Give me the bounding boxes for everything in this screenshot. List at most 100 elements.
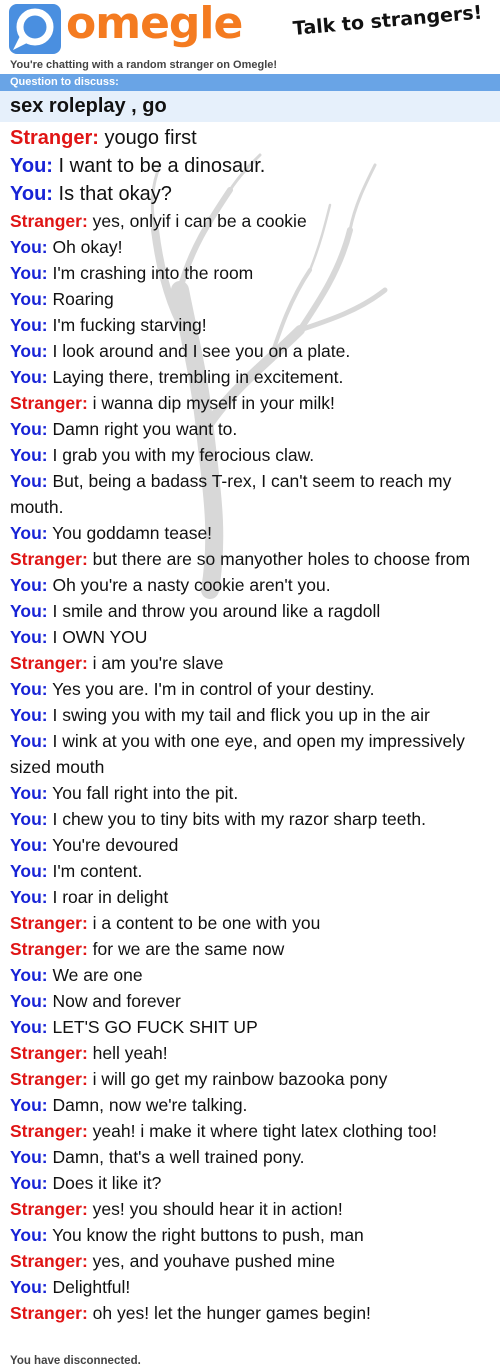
message-text: Yes you are. I'm in control of your dest…: [52, 679, 375, 699]
you-label: You:: [10, 601, 48, 621]
you-label: You:: [10, 1095, 48, 1115]
message-text: Now and forever: [52, 991, 181, 1011]
message-text: I wink at you with one eye, and open my …: [10, 731, 465, 777]
chat-message: You: Damn, that's a well trained pony.: [10, 1144, 494, 1170]
message-text: We are one: [52, 965, 143, 985]
chat-message: You: I'm content.: [10, 858, 494, 884]
chat-message: Stranger: yes! you should hear it in act…: [10, 1196, 494, 1222]
chat-message: You: I wink at you with one eye, and ope…: [10, 728, 494, 780]
chat-message: Stranger: i will go get my rainbow bazoo…: [10, 1066, 494, 1092]
message-text: I roar in delight: [52, 887, 169, 907]
message-text: Damn, now we're talking.: [52, 1095, 248, 1115]
you-label: You:: [10, 315, 48, 335]
question-label: Question to discuss:: [0, 74, 500, 91]
message-text: Is that okay?: [58, 183, 172, 205]
chat-message: You: You goddamn tease!: [10, 520, 494, 546]
chat-message: Stranger: yeah! i make it where tight la…: [10, 1118, 494, 1144]
chat-message: Stranger: i a content to be one with you: [10, 910, 494, 936]
chat-message: Stranger: oh yes! let the hunger games b…: [10, 1300, 494, 1326]
you-label: You:: [10, 367, 48, 387]
chat-message: You: Does it like it?: [10, 1170, 494, 1196]
you-label: You:: [10, 627, 48, 647]
chat-log: Stranger: yougo first You: I want to be a…: [10, 124, 494, 1326]
message-text: yeah! i make it where tight latex clothi…: [92, 1121, 438, 1141]
question-box: Question to discuss: sex roleplay , go: [0, 74, 500, 122]
you-label: You:: [10, 183, 53, 205]
chat-message: You: You know the right buttons to push,…: [10, 1222, 494, 1248]
stranger-label: Stranger:: [10, 1303, 88, 1323]
chat-message: You: I'm crashing into the room: [10, 260, 494, 286]
logo-text: omegle: [66, 0, 243, 49]
stranger-label: Stranger:: [10, 211, 88, 231]
you-label: You:: [10, 1017, 48, 1037]
message-text: You goddamn tease!: [52, 523, 213, 543]
you-label: You:: [10, 155, 53, 177]
you-label: You:: [10, 471, 48, 491]
chat-message: You: You're devoured: [10, 832, 494, 858]
chat-message: Stranger: yougo first: [10, 124, 494, 152]
chat-message: You: Laying there, trembling in exciteme…: [10, 364, 494, 390]
chat-message: You: I smile and throw you around like a…: [10, 598, 494, 624]
message-text: I'm crashing into the room: [52, 263, 254, 283]
stranger-label: Stranger:: [10, 1251, 88, 1271]
stranger-label: Stranger:: [10, 1121, 88, 1141]
you-label: You:: [10, 965, 48, 985]
chat-message: You: But, being a badass T-rex, I can't …: [10, 468, 494, 520]
message-text: I OWN YOU: [52, 627, 148, 647]
message-text: I grab you with my ferocious claw.: [52, 445, 315, 465]
stranger-label: Stranger:: [10, 653, 88, 673]
you-label: You:: [10, 1147, 48, 1167]
you-label: You:: [10, 1225, 48, 1245]
message-text: hell yeah!: [92, 1043, 168, 1063]
chat-message: You: I OWN YOU: [10, 624, 494, 650]
you-label: You:: [10, 341, 48, 361]
chat-message: Stranger: yes, and youhave pushed mine: [10, 1248, 494, 1274]
you-label: You:: [10, 809, 48, 829]
you-label: You:: [10, 991, 48, 1011]
message-text: for we are the same now: [92, 939, 285, 959]
message-text: I look around and I see you on a plate.: [52, 341, 351, 361]
disconnected-status: You have disconnected.: [10, 1355, 141, 1367]
chat-message: Stranger: yes, onlyif i can be a cookie: [10, 208, 494, 234]
chat-message: Stranger: i am you're slave: [10, 650, 494, 676]
you-label: You:: [10, 835, 48, 855]
you-label: You:: [10, 575, 48, 595]
message-text: I swing you with my tail and flick you u…: [52, 705, 430, 725]
message-text: You're devoured: [52, 835, 179, 855]
chat-message: You: I chew you to tiny bits with my raz…: [10, 806, 494, 832]
you-label: You:: [10, 445, 48, 465]
message-text: I want to be a dinosaur.: [58, 155, 266, 177]
chat-message: You: I'm fucking starving!: [10, 312, 494, 338]
message-text: I smile and throw you around like a ragd…: [52, 601, 381, 621]
chat-message: You: We are one: [10, 962, 494, 988]
message-text: I'm content.: [52, 861, 143, 881]
you-label: You:: [10, 523, 48, 543]
chat-message: Stranger: but there are so manyother hol…: [10, 546, 494, 572]
message-text: Delightful!: [52, 1277, 131, 1297]
stranger-label: Stranger:: [10, 1069, 88, 1089]
stranger-label: Stranger:: [10, 939, 88, 959]
chat-message: You: Oh okay!: [10, 234, 494, 260]
you-label: You:: [10, 731, 48, 751]
chat-message: You: Delightful!: [10, 1274, 494, 1300]
chat-message: You: Damn, now we're talking.: [10, 1092, 494, 1118]
chat-message: You: Oh you're a nasty cookie aren't you…: [10, 572, 494, 598]
chat-message: You: You fall right into the pit.: [10, 780, 494, 806]
message-text: i a content to be one with you: [92, 913, 321, 933]
message-text: yes! you should hear it in action!: [92, 1199, 343, 1219]
you-label: You:: [10, 419, 48, 439]
chat-message: You: Damn right you want to.: [10, 416, 494, 442]
you-label: You:: [10, 679, 48, 699]
you-label: You:: [10, 887, 48, 907]
chat-message: You: Roaring: [10, 286, 494, 312]
chat-message: You: I look around and I see you on a pl…: [10, 338, 494, 364]
message-text: Oh okay!: [52, 237, 123, 257]
chat-message: You: I grab you with my ferocious claw.: [10, 442, 494, 468]
question-text: sex roleplay , go: [10, 95, 167, 117]
message-text: Damn right you want to.: [52, 419, 238, 439]
message-text: i will go get my rainbow bazooka pony: [92, 1069, 388, 1089]
message-text: I'm fucking starving!: [52, 315, 207, 335]
message-text: LET'S GO FUCK SHIT UP: [52, 1017, 258, 1037]
message-text: But, being a badass T-rex, I can't seem …: [10, 471, 452, 517]
tagline: Talk to strangers!: [292, 1, 484, 40]
